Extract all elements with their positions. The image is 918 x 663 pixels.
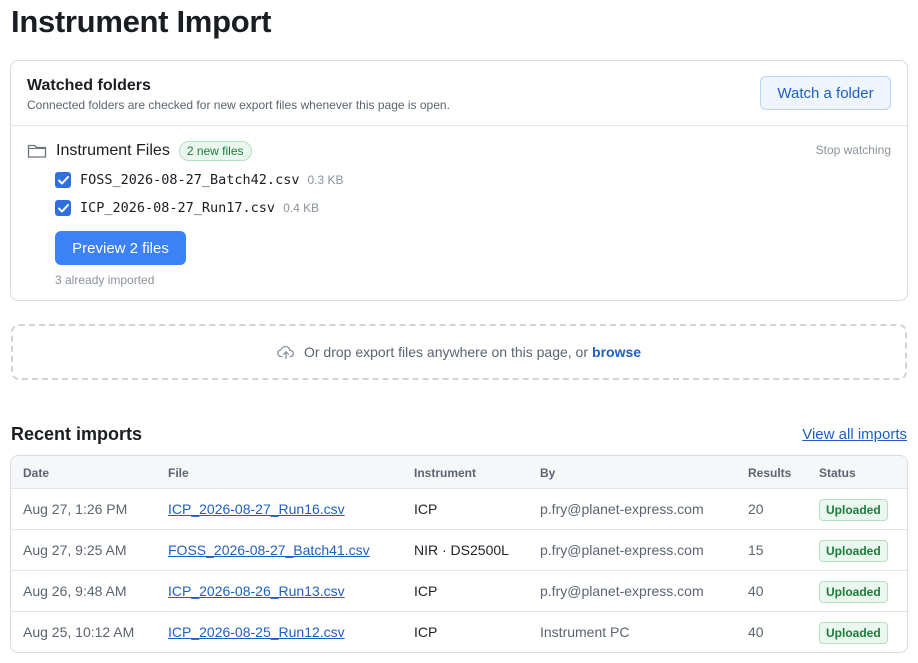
check-icon (57, 203, 69, 212)
import-instrument: ICP (414, 624, 438, 640)
file-row[interactable]: FOSS_2026-08-27_Batch42.csv 0.3 KB (55, 171, 343, 189)
watched-folders-subtitle: Connected folders are checked for new ex… (27, 98, 450, 112)
file-size: 0.3 KB (307, 173, 344, 187)
file-row[interactable]: ICP_2026-08-27_Run17.csv 0.4 KB (55, 199, 319, 217)
file-dropzone[interactable]: Or drop export files anywhere on this pa… (11, 324, 907, 380)
status-badge: Uploaded (819, 622, 888, 644)
new-files-badge: 2 new files (178, 141, 252, 161)
import-file-link[interactable]: ICP_2026-08-27_Run16.csv (168, 501, 345, 517)
table-row: Aug 27, 9:25 AM FOSS_2026-08-27_Batch41.… (11, 530, 907, 571)
watched-folders-title: Watched folders (27, 77, 151, 94)
import-results: 15 (748, 542, 764, 558)
file-checkbox[interactable] (55, 172, 71, 188)
import-date: Aug 25, 10:12 AM (23, 624, 135, 640)
watch-folder-button[interactable]: Watch a folder (760, 76, 891, 110)
import-instrument: NIR · DS2500L (414, 542, 509, 558)
file-name: FOSS_2026-08-27_Batch42.csv (80, 172, 300, 188)
file-size: 0.4 KB (283, 201, 320, 215)
import-date: Aug 27, 1:26 PM (23, 501, 128, 517)
import-by: p.fry@planet-express.com (540, 583, 704, 599)
dropzone-text: Or drop export files anywhere on this pa… (303, 344, 589, 360)
import-instrument: ICP (414, 501, 438, 517)
view-all-imports-link[interactable]: View all imports (802, 426, 907, 443)
import-by: Instrument PC (540, 624, 630, 640)
file-checkbox[interactable] (55, 200, 71, 216)
recent-imports-table: Date File Instrument By Results Status A… (10, 455, 908, 653)
table-header: Date File Instrument By Results Status (11, 456, 907, 489)
status-badge: Uploaded (819, 499, 888, 521)
import-results: 40 (748, 624, 764, 640)
status-badge: Uploaded (819, 581, 888, 603)
column-header-instrument: Instrument (414, 466, 477, 480)
table-row: Aug 25, 10:12 AM ICP_2026-08-25_Run12.cs… (11, 612, 907, 652)
import-file-link[interactable]: ICP_2026-08-25_Run12.csv (168, 624, 345, 640)
import-file-link[interactable]: ICP_2026-08-26_Run13.csv (168, 583, 345, 599)
import-file-link[interactable]: FOSS_2026-08-27_Batch41.csv (168, 542, 370, 558)
stop-watching-link[interactable]: Stop watching (816, 143, 891, 157)
import-date: Aug 27, 9:25 AM (23, 542, 127, 558)
folder-row: Instrument Files 2 new files (27, 141, 252, 161)
watched-folders-header: Watched folders Connected folders are ch… (11, 61, 907, 126)
column-header-status: Status (819, 466, 856, 480)
watched-folders-card: Watched folders Connected folders are ch… (10, 60, 908, 301)
table-row: Aug 27, 1:26 PM ICP_2026-08-27_Run16.csv… (11, 489, 907, 530)
column-header-by: By (540, 466, 556, 480)
folder-icon (27, 144, 47, 158)
already-imported-note: 3 already imported (55, 273, 155, 287)
browse-link[interactable]: browse (592, 344, 641, 360)
cloud-upload-icon (277, 345, 294, 360)
column-header-results: Results (748, 466, 792, 480)
column-header-date: Date (23, 466, 50, 480)
import-by: p.fry@planet-express.com (540, 542, 704, 558)
file-name: ICP_2026-08-27_Run17.csv (80, 200, 276, 216)
column-header-file: File (168, 466, 189, 480)
folder-name: Instrument Files (56, 142, 170, 159)
import-date: Aug 26, 9:48 AM (23, 583, 127, 599)
status-badge: Uploaded (819, 540, 888, 562)
import-by: p.fry@planet-express.com (540, 501, 704, 517)
preview-files-button[interactable]: Preview 2 files (55, 231, 186, 265)
table-row: Aug 26, 9:48 AM ICP_2026-08-26_Run13.csv… (11, 571, 907, 612)
page-title: Instrument Import (11, 4, 272, 39)
import-instrument: ICP (414, 583, 438, 599)
check-icon (57, 175, 69, 184)
import-results: 20 (748, 501, 764, 517)
import-results: 40 (748, 583, 764, 599)
recent-imports-title: Recent imports (11, 424, 143, 444)
